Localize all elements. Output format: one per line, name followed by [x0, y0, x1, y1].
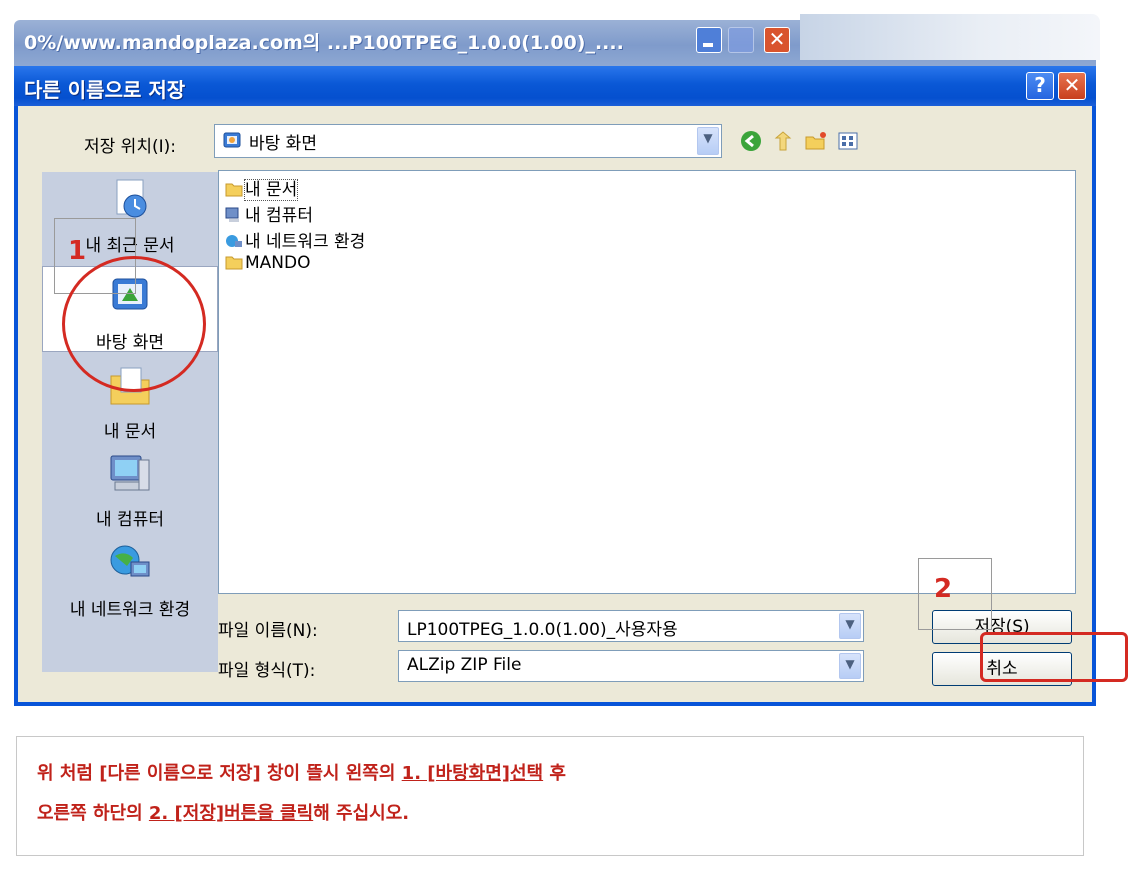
- filename-label: 파일 이름(N):: [218, 621, 318, 641]
- instruction-text: 위 처럼 [다른 이름으로 저장] 창이 뜰시 왼쪽의: [37, 763, 402, 784]
- network-places-icon: [226, 235, 242, 247]
- annotation-box: [918, 558, 992, 630]
- list-item[interactable]: 내 컴퓨터: [225, 201, 313, 226]
- filename-value: LP100TPEG_1.0.0(1.00)_사용자용: [407, 620, 678, 640]
- save-in-value: 바탕 화면: [249, 134, 317, 154]
- recent-documents-icon: [116, 179, 147, 218]
- filetype-label: 파일 형식(T):: [218, 661, 316, 681]
- save-in-label: 저장 위치(I):: [84, 137, 176, 157]
- file-name: 내 문서: [243, 179, 299, 201]
- file-name: 내 네트워크 환경: [245, 232, 366, 252]
- view-menu-icon[interactable]: [838, 130, 860, 152]
- dialog-title: 다른 이름으로 저장: [24, 78, 186, 102]
- annotation-rectangle: [980, 632, 1128, 682]
- instruction-text: 해 주십시오.: [313, 803, 410, 824]
- up-folder-icon[interactable]: [772, 130, 794, 152]
- instruction-line-2: 오른쪽 하단의 2. [저장]버튼을 클릭해 주십시오.: [37, 799, 409, 825]
- my-computer-icon: [225, 207, 239, 222]
- instruction-highlight: 2. [저장]버튼을 클릭: [148, 803, 314, 824]
- new-folder-icon[interactable]: [804, 130, 826, 152]
- instruction-text: 오른쪽 하단의: [37, 803, 149, 824]
- place-label: 내 문서: [103, 422, 157, 442]
- desktop-background: [800, 14, 1100, 60]
- chevron-down-icon[interactable]: ▼: [839, 613, 861, 639]
- instruction-highlight: 1. [바탕화면]선택: [401, 763, 544, 784]
- filetype-dropdown[interactable]: ALZip ZIP File ▼: [398, 650, 864, 682]
- background-window-title: 0%/www.mandoplaza.com의 ...P100TPEG_1.0.0…: [24, 32, 624, 54]
- folder-icon: [225, 256, 243, 270]
- close-icon[interactable]: ✕: [764, 27, 790, 53]
- folder-icon: [225, 183, 243, 197]
- place-label: 내 컴퓨터: [96, 510, 164, 530]
- list-item[interactable]: 내 네트워크 환경: [225, 227, 365, 252]
- step-2-label: 2: [934, 574, 953, 604]
- dialog-close-button[interactable]: ✕: [1058, 72, 1086, 100]
- my-computer-icon: [110, 455, 150, 491]
- list-item[interactable]: MANDO: [225, 253, 311, 273]
- chevron-down-icon[interactable]: ▼: [839, 653, 861, 679]
- instruction-note: 위 처럼 [다른 이름으로 저장] 창이 뜰시 왼쪽의 1. [바탕화면]선택 …: [16, 736, 1084, 856]
- instruction-text: 후: [543, 763, 566, 784]
- help-button[interactable]: ?: [1026, 72, 1054, 100]
- file-name: 내 컴퓨터: [245, 206, 313, 226]
- instruction-line-1: 위 처럼 [다른 이름으로 저장] 창이 뜰시 왼쪽의 1. [바탕화면]선택 …: [37, 759, 566, 785]
- file-list[interactable]: 내 문서 내 컴퓨터 내 네트워크 환경 MANDO: [218, 170, 1076, 594]
- annotation-circle: [62, 256, 206, 392]
- network-places-icon: [110, 545, 150, 577]
- desktop-icon: [223, 132, 241, 148]
- maximize-button[interactable]: [728, 27, 754, 53]
- place-label: 내 네트워크 환경: [69, 600, 191, 620]
- place-my-computer[interactable]: 내 컴퓨터: [42, 450, 218, 530]
- chevron-down-icon[interactable]: ▼: [697, 127, 719, 155]
- minimize-button[interactable]: [696, 27, 722, 53]
- filename-input[interactable]: LP100TPEG_1.0.0(1.00)_사용자용 ▼: [398, 610, 864, 642]
- filetype-value: ALZip ZIP File: [407, 655, 522, 675]
- file-name: MANDO: [245, 253, 311, 273]
- list-item[interactable]: 내 문서: [225, 175, 299, 201]
- place-network[interactable]: 내 네트워크 환경: [42, 540, 218, 620]
- step-1-label: 1: [68, 236, 87, 266]
- back-icon[interactable]: [740, 130, 762, 152]
- save-in-dropdown[interactable]: 바탕 화면 ▼: [214, 124, 722, 158]
- dialog-titlebar: 다른 이름으로 저장 ? ✕: [14, 66, 1096, 106]
